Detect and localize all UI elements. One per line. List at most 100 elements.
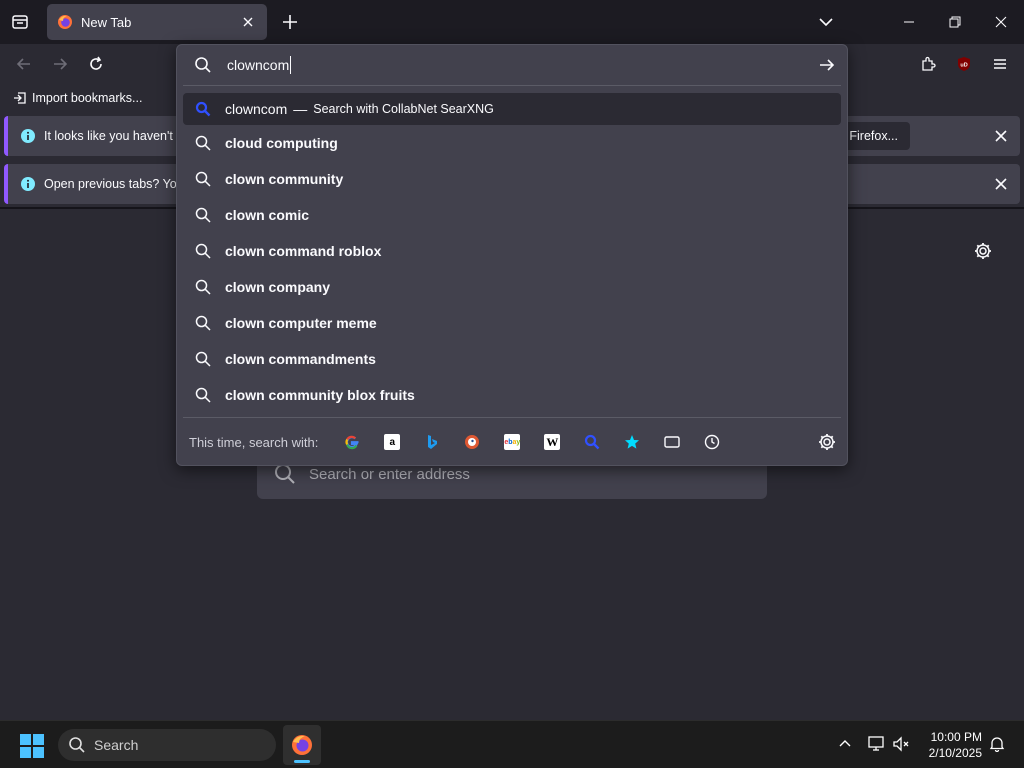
firefox-view-icon xyxy=(12,15,28,29)
heuristic-action: Search with CollabNet SearXNG xyxy=(313,102,494,116)
search-suggestion[interactable]: clown commandments xyxy=(183,341,841,377)
taskbar-clock[interactable]: 10:00 PM 2/10/2025 xyxy=(929,729,982,761)
chevron-down-icon xyxy=(819,18,833,27)
search-icon xyxy=(195,279,211,295)
history-search-button[interactable] xyxy=(692,427,732,457)
clock-date: 2/10/2025 xyxy=(928,746,982,760)
extensions-button[interactable] xyxy=(916,52,940,76)
reload-button[interactable] xyxy=(84,52,108,76)
tab-new-tab[interactable]: New Tab xyxy=(47,4,267,40)
puzzle-icon xyxy=(922,56,936,71)
start-button[interactable] xyxy=(20,734,44,758)
info-icon xyxy=(20,176,36,192)
search-suggestion[interactable]: clown community xyxy=(183,161,841,197)
gear-icon xyxy=(975,243,991,259)
heuristic-result[interactable]: clowncom — Search with CollabNet SearXNG xyxy=(183,93,841,125)
svg-text:uD: uD xyxy=(960,63,967,69)
suggestion-text: clown community xyxy=(225,171,344,187)
arrow-right-icon xyxy=(54,58,68,70)
show-hidden-icons-button[interactable] xyxy=(834,733,856,755)
suggestion-text: clown company xyxy=(225,279,331,295)
search-icon xyxy=(195,135,211,151)
star-icon xyxy=(625,435,640,449)
searxng-icon xyxy=(585,434,600,450)
urlbar-separator xyxy=(183,85,841,86)
taskbar-firefox-button[interactable] xyxy=(283,725,321,765)
wikipedia-engine-button[interactable]: W xyxy=(532,427,572,457)
taskbar-search[interactable]: Search xyxy=(58,729,276,761)
ublock-origin-button[interactable]: uD xyxy=(952,52,976,76)
ebay-engine-button[interactable]: ebay xyxy=(492,427,532,457)
google-icon xyxy=(345,435,359,450)
duckduckgo-icon xyxy=(465,435,480,449)
urlbar-input-row[interactable]: clowncom xyxy=(177,45,847,85)
firefox-icon xyxy=(57,14,73,30)
notifications-button[interactable] xyxy=(986,733,1008,755)
bing-engine-button[interactable] xyxy=(412,427,452,457)
firefox-icon xyxy=(292,735,312,755)
close-tab-icon[interactable] xyxy=(239,13,257,31)
search-suggestion[interactable]: clown comic xyxy=(183,197,841,233)
arrow-right-icon xyxy=(820,59,835,71)
taskbar-search-label: Search xyxy=(94,737,139,753)
chevron-up-icon xyxy=(839,740,851,747)
search-suggestion[interactable]: clown computer meme xyxy=(183,305,841,341)
tabs-search-button[interactable] xyxy=(652,427,692,457)
close-icon[interactable] xyxy=(992,127,1010,145)
search-suggestion[interactable]: clown community blox fruits xyxy=(183,377,841,413)
searxng-engine-button[interactable] xyxy=(572,427,612,457)
import-bookmarks-button[interactable]: Import bookmarks... xyxy=(12,90,142,106)
heuristic-query: clowncom xyxy=(225,101,288,117)
oneoff-label: This time, search with: xyxy=(189,434,319,450)
amazon-engine-button[interactable]: a xyxy=(372,427,412,457)
search-icon xyxy=(195,351,211,367)
close-window-button[interactable] xyxy=(978,0,1024,44)
active-indicator xyxy=(294,760,310,763)
firefox-view-button[interactable] xyxy=(8,10,32,34)
heuristic-separator: — xyxy=(293,101,308,117)
ebay-icon: ebay xyxy=(504,434,521,450)
search-suggestion[interactable]: clown command roblox xyxy=(183,233,841,269)
forward-button[interactable] xyxy=(48,52,72,76)
search-icon xyxy=(195,207,211,223)
tab-icon xyxy=(664,436,681,448)
windows-taskbar: Search 10:00 PM 2/10/2025 xyxy=(0,720,1024,768)
search-settings-button[interactable] xyxy=(817,432,837,452)
suggestion-text: clown commandments xyxy=(225,351,376,367)
go-button[interactable] xyxy=(817,55,837,75)
bell-icon xyxy=(989,737,1005,752)
network-button[interactable] xyxy=(866,733,888,755)
duckduckgo-engine-button[interactable] xyxy=(452,427,492,457)
app-menu-button[interactable] xyxy=(988,52,1012,76)
clock-icon xyxy=(705,434,720,450)
hamburger-menu-icon xyxy=(994,59,1006,69)
plus-icon xyxy=(283,15,297,29)
close-icon[interactable] xyxy=(992,175,1010,193)
suggestion-text: clown command roblox xyxy=(225,243,382,259)
gear-icon xyxy=(819,434,835,450)
notification-text: Open previous tabs? You c xyxy=(44,177,194,191)
google-engine-button[interactable] xyxy=(332,427,372,457)
back-button[interactable] xyxy=(12,52,36,76)
personalize-button[interactable] xyxy=(972,240,994,262)
search-icon xyxy=(68,736,86,754)
minimize-button[interactable] xyxy=(886,0,932,44)
list-all-tabs-button[interactable] xyxy=(815,11,837,33)
urlbar-results: clowncom — Search with CollabNet SearXNG… xyxy=(183,93,841,413)
search-suggestion[interactable]: cloud computing xyxy=(183,125,841,161)
search-icon xyxy=(195,243,211,259)
suggestion-text: clown community blox fruits xyxy=(225,387,415,403)
search-suggestion[interactable]: clown company xyxy=(183,269,841,305)
oneoff-search-bar: This time, search with: a ebay W xyxy=(177,418,847,466)
restore-button[interactable] xyxy=(932,0,978,44)
suggestion-text: clown comic xyxy=(225,207,310,223)
info-icon xyxy=(20,128,36,144)
windows-logo-icon xyxy=(20,734,44,758)
new-tab-button[interactable] xyxy=(279,11,301,33)
suggestion-text: cloud computing xyxy=(225,135,338,151)
bookmarks-search-button[interactable] xyxy=(612,427,652,457)
bing-icon xyxy=(428,435,438,449)
urlbar-input[interactable]: clowncom xyxy=(227,56,292,74)
volume-button[interactable] xyxy=(891,733,913,755)
tab-strip: New Tab xyxy=(0,0,1024,44)
